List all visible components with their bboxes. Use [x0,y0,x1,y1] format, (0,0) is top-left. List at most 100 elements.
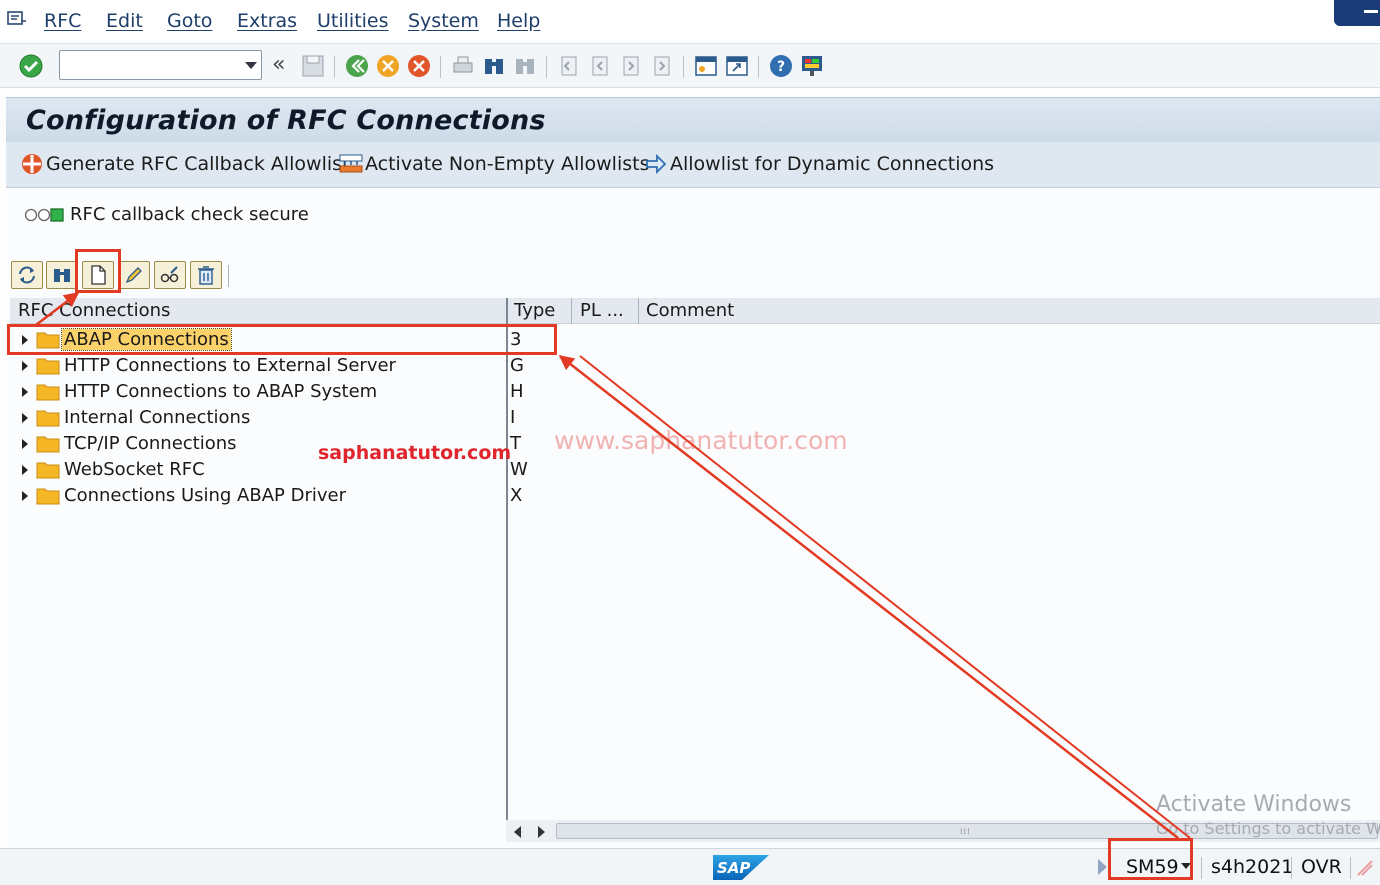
print-icon[interactable] [450,53,476,79]
cancel-icon[interactable] [406,53,432,79]
customize-layout-icon[interactable] [799,53,825,79]
arrow-right-icon [646,153,667,175]
minimize-icon[interactable] [1334,0,1380,26]
expand-arrow-icon[interactable] [22,387,28,397]
search-button[interactable] [46,261,78,289]
tree-row[interactable]: WebSocket RFC W [10,457,1380,483]
exit-icon[interactable] [375,53,401,79]
scroll-right-icon[interactable] [538,826,545,838]
column-pl[interactable]: PL ... [580,300,624,321]
callback-status-text: RFC callback check secure [70,204,309,225]
chevron-down-icon[interactable] [1181,863,1191,869]
previous-page-icon[interactable] [587,53,613,79]
menu-rfc[interactable]: RFC [44,10,81,32]
command-input[interactable] [60,51,235,79]
dynamic-connections-allowlist-button[interactable]: Allowlist for Dynamic Connections [644,152,994,178]
connection-type: X [510,485,523,506]
new-document-icon [91,265,106,285]
tree-row-abap-connections[interactable]: ABAP Connections 3 [10,327,1380,353]
back-icon[interactable] [344,53,370,79]
shortcut-icon[interactable] [724,53,750,79]
scroll-left-icon[interactable] [514,826,521,838]
connection-status-icon [1357,860,1373,876]
tree-node-label[interactable]: WebSocket RFC [64,459,205,480]
new-session-icon[interactable] [693,53,719,79]
menu-utilities[interactable]: Utilities [317,10,389,32]
column-divider[interactable] [571,298,572,324]
generate-icon [22,154,42,174]
first-page-icon[interactable] [556,53,582,79]
tree-node-label[interactable]: Connections Using ABAP Driver [64,485,346,506]
tree-node-label[interactable]: HTTP Connections to ABAP System [64,381,377,402]
chevron-down-icon[interactable] [245,62,257,69]
play-icon[interactable] [1098,859,1107,875]
command-field[interactable] [59,50,262,80]
menu-help[interactable]: Help [497,10,540,32]
menu-goto[interactable]: Goto [167,10,212,32]
expand-arrow-icon[interactable] [22,361,28,371]
help-icon[interactable]: ? [768,53,794,79]
expand-arrow-icon[interactable] [22,335,28,345]
expand-arrow-icon[interactable] [22,413,28,423]
statusbar-divider [1350,857,1351,879]
tree-node-label[interactable]: TCP/IP Connections [64,433,237,454]
tree-row[interactable]: HTTP Connections to External Server G [10,353,1380,379]
column-type[interactable]: Type [514,300,555,321]
find-next-icon[interactable] [512,53,538,79]
folder-icon [36,488,60,505]
tree-row[interactable]: HTTP Connections to ABAP System H [10,379,1380,405]
activate-allowlists-button[interactable]: Activate Non-Empty Allowlists [339,152,649,178]
activate-windows-notice: Activate Windows Go to Settings to activ… [1156,792,1380,838]
toolbar-separator [334,56,335,78]
folder-icon [36,410,60,427]
svg-text:SAP: SAP [717,859,750,877]
edit-button[interactable] [118,261,150,289]
menu-system[interactable]: System [408,10,479,32]
statusbar-divider [1291,857,1292,879]
expand-arrow-icon[interactable] [22,439,28,449]
folder-icon [36,436,60,453]
expand-arrow-icon[interactable] [22,465,28,475]
refresh-icon [19,266,35,284]
refresh-button[interactable] [11,261,43,289]
connection-type: I [510,407,516,428]
activate-windows-title: Activate Windows [1156,792,1352,817]
system-id: s4h2021 [1211,856,1294,878]
next-page-icon[interactable] [618,53,644,79]
column-divider[interactable] [638,298,639,324]
transaction-code[interactable]: SM59 [1126,856,1179,878]
save-icon[interactable] [300,53,326,79]
display-change-button[interactable] [154,261,186,289]
statusbar-divider [1201,857,1202,879]
title-bar: Configuration of RFC Connections [6,97,1380,142]
find-icon[interactable] [481,53,507,79]
tree-column-header: RFC Connections Type PL ... Comment [10,298,1380,324]
column-comment[interactable]: Comment [646,300,734,321]
menu-icon[interactable] [6,9,28,29]
tree-node-label[interactable]: Internal Connections [64,407,250,428]
delete-button[interactable] [190,261,222,289]
tree-node-label[interactable]: ABAP Connections [61,328,232,351]
tree-row[interactable]: Connections Using ABAP Driver X [10,483,1380,509]
expand-arrow-icon[interactable] [22,491,28,501]
double-chevron-icon[interactable]: « [272,52,285,77]
enter-check-icon[interactable] [18,53,44,79]
last-page-icon[interactable] [649,53,675,79]
watermark-light: www.saphanatutor.com [554,426,848,455]
generate-callback-allowlist-button[interactable]: Generate RFC Callback Allowlist [20,152,350,178]
connection-type: 3 [510,329,522,350]
insert-mode[interactable]: OVR [1301,856,1342,878]
page-title: Configuration of RFC Connections [26,105,546,136]
toolbar-separator [683,56,684,78]
tree-node-label[interactable]: HTTP Connections to External Server [64,355,396,376]
glasses-pencil-icon [160,266,179,283]
create-button[interactable] [82,261,114,289]
watermark-strong: saphanatutor.com [318,442,512,464]
traffic-light-icon [24,208,64,222]
column-rfc-connections[interactable]: RFC Connections [18,300,170,321]
toolbar-separator [546,56,547,78]
menu-edit[interactable]: Edit [106,10,143,32]
toolbar-separator [228,265,229,287]
menu-extras[interactable]: Extras [237,10,297,32]
toolbar-separator [758,56,759,78]
